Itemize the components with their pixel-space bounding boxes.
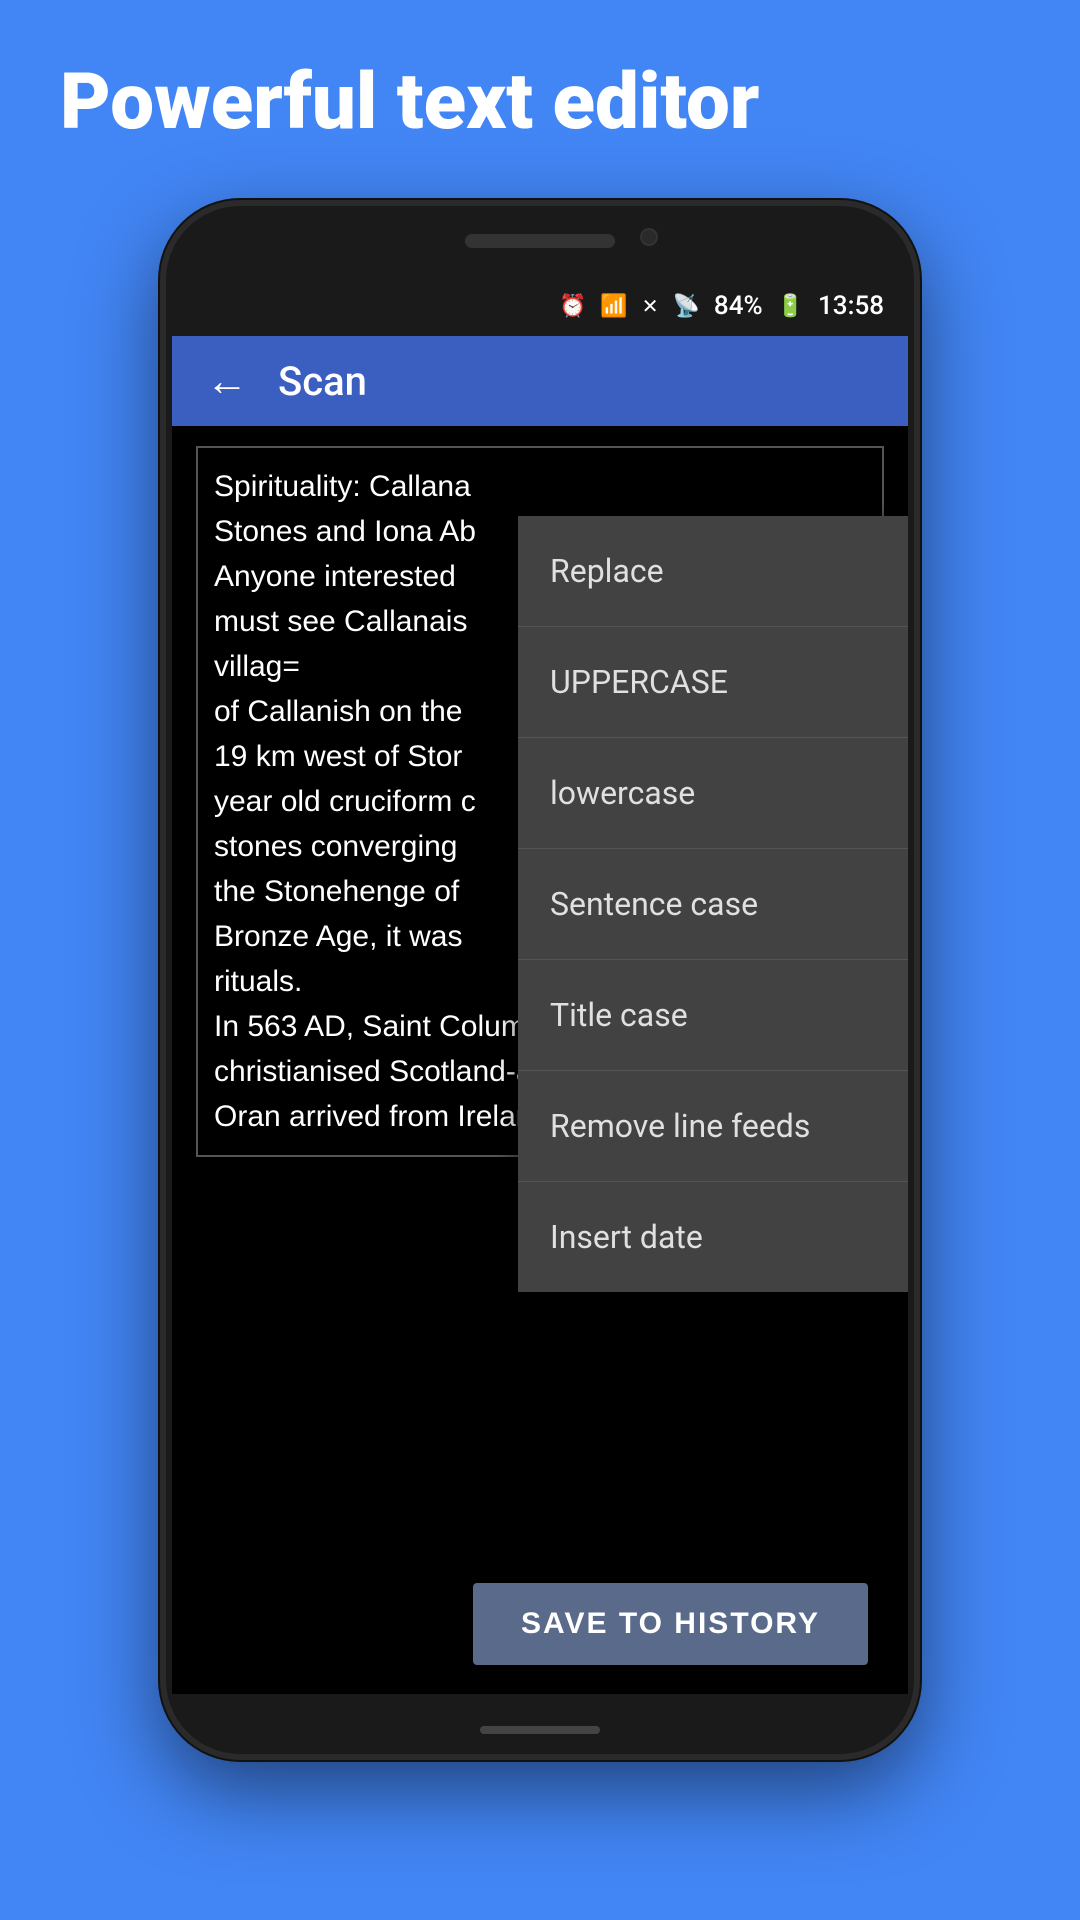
toolbar-title: Scan [278, 358, 367, 405]
battery-percent: 84% [714, 291, 763, 321]
menu-item-insert-date[interactable]: Insert date [518, 1182, 908, 1292]
battery-icon: 🔋 [777, 294, 804, 319]
page-header: Powerful text editor [0, 0, 1080, 186]
phone-camera [640, 228, 658, 246]
bottom-bar: SAVE TO HISTORY [172, 1554, 908, 1694]
phone-shell: ⏰ 📶 ✕ 📡 84% 🔋 13:58 ← S [160, 200, 920, 1760]
page-title: Powerful text editor [60, 60, 1020, 146]
phone-screen: ⏰ 📶 ✕ 📡 84% 🔋 13:58 ← S [172, 276, 908, 1694]
status-time: 13:58 [818, 291, 884, 321]
menu-item-sentence-case[interactable]: Sentence case [518, 849, 908, 960]
signal-icon: 📡 [673, 294, 700, 319]
menu-item-lowercase[interactable]: lowercase [518, 738, 908, 849]
status-bar: ⏰ 📶 ✕ 📡 84% 🔋 13:58 [172, 276, 908, 336]
phone-home-indicator [480, 1726, 600, 1734]
menu-item-uppercase[interactable]: UPPERCASE [518, 627, 908, 738]
back-button[interactable]: ← [196, 347, 258, 416]
signal-crossed-icon: ✕ [642, 294, 659, 318]
app-toolbar: ← Scan [172, 336, 908, 426]
page-background: Powerful text editor ⏰ 📶 ✕ 📡 [0, 0, 1080, 1920]
wifi-icon: 📶 [600, 294, 627, 319]
save-to-history-button[interactable]: SAVE TO HISTORY [473, 1583, 868, 1665]
dropdown-menu: Replace UPPERCASE lowercase Sentence cas… [518, 516, 908, 1292]
menu-item-remove-line-feeds[interactable]: Remove line feeds [518, 1071, 908, 1182]
menu-item-replace[interactable]: Replace [518, 516, 908, 627]
phone-mockup: ⏰ 📶 ✕ 📡 84% 🔋 13:58 ← S [160, 200, 920, 1760]
menu-item-title-case[interactable]: Title case [518, 960, 908, 1071]
alarm-icon: ⏰ [559, 294, 586, 319]
phone-speaker [465, 234, 615, 248]
content-area: Spirituality: CallanaStones and Iona AbA… [172, 426, 908, 1694]
